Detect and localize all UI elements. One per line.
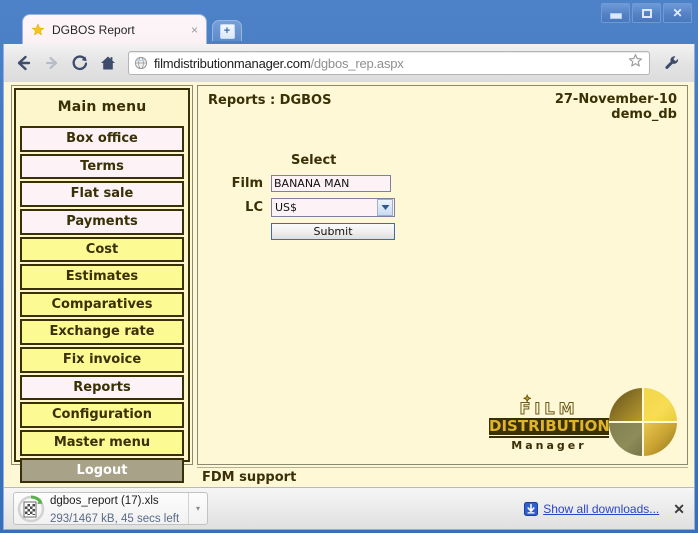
sidebar-item-exchange-rate[interactable]: Exchange rate xyxy=(20,319,184,346)
sidebar: Main menu Box office Terms Flat sale Pay… xyxy=(11,85,193,484)
report-header: Reports : DGBOS 27-November-10 demo_db xyxy=(204,89,681,123)
logo-star-icon: ✦ xyxy=(522,393,536,405)
film-input[interactable]: BANANA MAN xyxy=(271,174,391,192)
report-date: 27-November-10 xyxy=(554,92,677,107)
film-row: Film BANANA MAN xyxy=(219,174,681,192)
submit-button[interactable]: Submit xyxy=(271,222,395,240)
url-text: filmdistributionmanager.com/dgbos_rep.as… xyxy=(154,56,628,71)
logo-quadrant-top-right xyxy=(644,388,677,421)
sidebar-item-fix-invoice[interactable]: Fix invoice xyxy=(20,347,184,373)
plus-icon: + xyxy=(219,23,235,39)
header-meta: 27-November-10 demo_db xyxy=(554,92,677,123)
database-name: demo_db xyxy=(611,106,677,122)
download-texts: dgbos_report (17).xls 293/1467 kB, 45 se… xyxy=(50,491,188,527)
sidebar-item-master-menu[interactable]: Master menu xyxy=(20,430,184,456)
bookmark-star-icon[interactable] xyxy=(628,53,643,73)
sidebar-item-terms[interactable]: Terms xyxy=(20,153,184,180)
url-domain: filmdistributionmanager.com xyxy=(154,55,311,71)
report-form: Select Film BANANA MAN LC US$ Submit xyxy=(204,153,681,240)
sidebar-item-payments[interactable]: Payments xyxy=(20,208,184,235)
new-tab-button[interactable]: + xyxy=(212,20,242,41)
lc-selected-value: US$ xyxy=(275,200,298,214)
tab-strip: DGBOS Report × + xyxy=(0,14,698,44)
lc-label: LC xyxy=(245,199,263,215)
main-panel: Reports : DGBOS 27-November-10 demo_db S… xyxy=(197,85,688,465)
lc-select[interactable]: US$ xyxy=(271,197,395,217)
download-file-icon xyxy=(16,494,46,524)
show-all-downloads-link[interactable]: Show all downloads... xyxy=(543,502,659,516)
sidebar-item-comparatives[interactable]: Comparatives xyxy=(20,291,184,318)
tab-title: DGBOS Report xyxy=(52,22,135,37)
logo-wordmark: ✦ FILM DISTRIBUTION Manager xyxy=(489,394,610,452)
logo-line-film: ✦ FILM xyxy=(489,394,609,417)
sidebar-item-box-office[interactable]: Box office xyxy=(20,126,184,152)
page-title: Reports : DGBOS xyxy=(208,93,332,108)
web-page: Main menu Box office Terms Flat sale Pay… xyxy=(4,82,694,485)
submit-row: Submit xyxy=(271,222,681,240)
reload-icon[interactable] xyxy=(66,49,94,77)
logo-quadrant-bottom-right xyxy=(644,423,677,456)
sidebar-item-configuration[interactable]: Configuration xyxy=(20,402,184,429)
sidebar-item-logout[interactable]: Logout xyxy=(20,457,184,484)
browser-window: ✕ DGBOS Report × + filmdistributionmanag… xyxy=(0,0,698,533)
footer-divider xyxy=(197,467,688,468)
sidebar-item-reports[interactable]: Reports xyxy=(20,374,184,401)
home-icon[interactable] xyxy=(94,49,122,77)
select-heading: Select xyxy=(291,152,337,168)
wrench-icon[interactable] xyxy=(658,49,686,77)
star-icon xyxy=(31,22,45,37)
browser-tab[interactable]: DGBOS Report × xyxy=(22,14,207,44)
logo-circle-icon xyxy=(609,388,677,456)
sidebar-item-flat-sale[interactable]: Flat sale xyxy=(20,181,184,207)
fdm-support-text: FDM support xyxy=(202,470,297,485)
sidebar-inner: Main menu Box office Terms Flat sale Pay… xyxy=(14,88,190,484)
sidebar-item-cost[interactable]: Cost xyxy=(20,236,184,263)
download-menu-caret-icon[interactable]: ▾ xyxy=(188,493,207,524)
lc-row: LC US$ xyxy=(219,197,681,217)
page-viewport: Main menu Box office Terms Flat sale Pay… xyxy=(3,82,695,487)
logo-quadrant-bottom-left xyxy=(609,423,642,456)
logo-line-distribution: DISTRIBUTION xyxy=(489,416,610,435)
forward-arrow-icon xyxy=(38,49,66,77)
download-bar: dgbos_report (17).xls 293/1467 kB, 45 se… xyxy=(3,487,695,530)
chevron-down-icon xyxy=(377,198,393,216)
back-arrow-icon[interactable] xyxy=(10,49,38,77)
tab-close-icon[interactable]: × xyxy=(191,24,198,36)
fdm-logo: ✦ FILM DISTRIBUTION Manager xyxy=(489,386,679,458)
download-item[interactable]: dgbos_report (17).xls 293/1467 kB, 45 se… xyxy=(13,492,208,525)
download-status: 293/1467 kB, 45 secs left xyxy=(50,512,180,525)
logo-quadrant-top-left xyxy=(609,388,642,421)
browser-toolbar: filmdistributionmanager.com/dgbos_rep.as… xyxy=(3,44,695,82)
globe-icon xyxy=(134,56,148,70)
download-arrow-icon xyxy=(524,501,539,516)
address-bar[interactable]: filmdistributionmanager.com/dgbos_rep.as… xyxy=(128,51,650,75)
download-bar-right: Show all downloads... ✕ xyxy=(524,501,685,516)
download-file-name: dgbos_report (17).xls xyxy=(50,494,159,507)
close-download-bar-icon[interactable]: ✕ xyxy=(673,502,685,516)
main-menu-title: Main menu xyxy=(57,99,147,115)
sidebar-item-estimates[interactable]: Estimates xyxy=(20,264,184,290)
film-label: Film xyxy=(231,175,263,191)
logo-line-manager: Manager xyxy=(489,436,609,452)
url-path: /dgbos_rep.aspx xyxy=(310,55,404,71)
